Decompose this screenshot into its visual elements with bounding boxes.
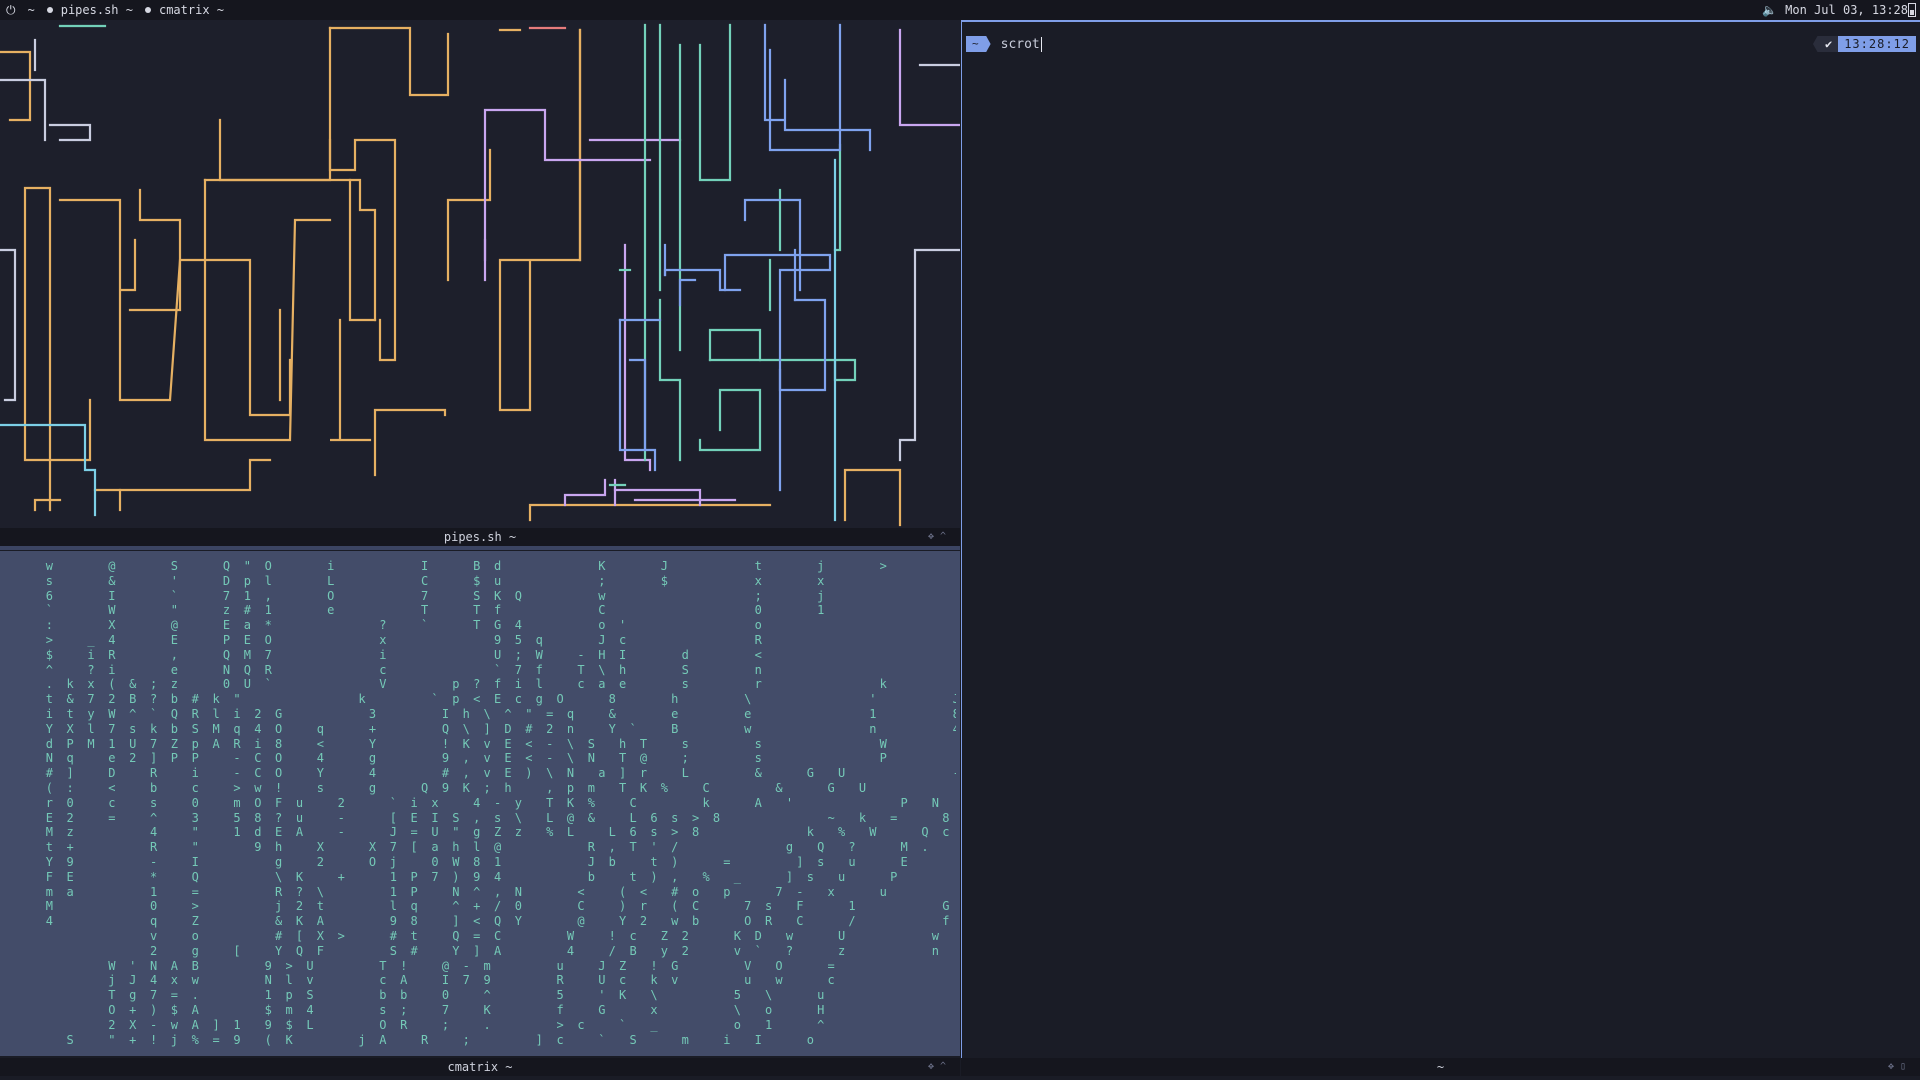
terminal-pane-footer: ~ ✥▯ [961,1058,1920,1076]
pipes-pane-footer: pipes.sh ~ ✥^ [0,528,960,546]
command-text: scrot [1000,36,1040,52]
top-bar: ⏻ ~ pipes.sh ~ cmatrix ~ 🔈 Mon Jul 03, 1… [0,0,1920,20]
power-icon[interactable]: ⏻ [6,0,16,20]
terminal-pane[interactable]: ~ scrot ✔ 13:28:12 [961,20,1920,1060]
cmatrix-pane-title: cmatrix ~ [447,1060,513,1074]
workspace-home-tab[interactable]: ~ [28,0,35,20]
pipes-blue [618,23,872,492]
active-tab-dot-icon [46,7,53,13]
prompt-status: ✔ 13:28:12 [1812,36,1916,52]
pipes-white [0,38,967,462]
pipes-pane-title: pipes.sh ~ [443,530,517,544]
tab-pipes[interactable]: pipes.sh ~ [61,0,133,20]
pane-controls-icon[interactable]: ✥▯ [1888,1058,1912,1076]
pane-controls-icon[interactable]: ✥^ [928,1058,952,1076]
cmatrix-pane[interactable]: w @ S Q " O i I B d K J t j > c 8 , % 2 … [0,551,960,1056]
check-icon: ✔ [1812,36,1839,52]
shell-prompt: ~ scrot [966,36,1042,52]
cmatrix-rain: w @ S Q " O i I B d K J t j > c 8 , % 2 … [45,559,956,1047]
pipes-canvas [0,23,967,527]
cmatrix-pane-footer: cmatrix ~ ✥^ [0,1058,960,1076]
clock[interactable]: Mon Jul 03, 13:28 [1785,0,1908,20]
tab-dot-icon [144,7,151,13]
prompt-time: 13:28:12 [1838,36,1916,52]
pipes-purple [483,28,962,507]
pane-separator [0,546,960,550]
terminal-pane-title: ~ [1436,1060,1445,1074]
pane-controls-icon[interactable]: ✥^ [928,528,952,546]
text-cursor [1040,36,1042,52]
pipes-pane[interactable] [0,20,967,532]
status-tray: 🔈 Mon Jul 03, 13:28 [1754,0,1916,20]
tab-cmatrix[interactable]: cmatrix ~ [159,0,224,20]
battery-icon[interactable] [1908,3,1916,17]
prompt-directory: ~ [966,36,991,52]
command-input[interactable]: scrot [1000,36,1042,52]
workspace-tabs: ⏻ ~ pipes.sh ~ cmatrix ~ [6,0,236,20]
volume-icon[interactable]: 🔈 [1762,0,1777,20]
